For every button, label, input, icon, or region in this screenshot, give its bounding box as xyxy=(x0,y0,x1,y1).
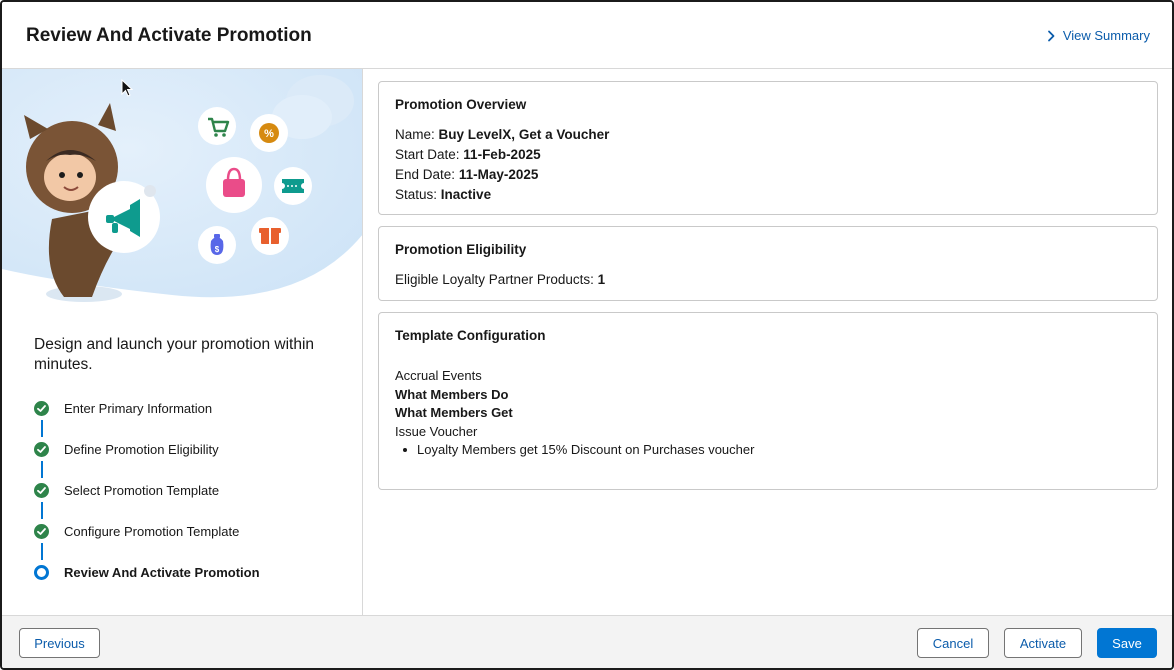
step-define-promotion-eligibility: Define Promotion Eligibility xyxy=(32,440,352,481)
template-configuration-card: Template Configuration Accrual Events Wh… xyxy=(378,312,1158,490)
eligible-products-value: 1 xyxy=(597,272,606,287)
status-value: Inactive xyxy=(440,187,492,202)
step-connector xyxy=(41,502,43,519)
status-row: Status: Inactive xyxy=(395,187,491,202)
end-date-value: 11-May-2025 xyxy=(458,167,539,182)
previous-button[interactable]: Previous xyxy=(19,628,100,658)
start-date-value: 11-Feb-2025 xyxy=(463,147,541,162)
ticket-icon xyxy=(282,179,304,193)
view-summary-label: View Summary xyxy=(1062,28,1150,43)
what-members-get-label: What Members Get xyxy=(395,405,513,420)
percent-badge-icon: % xyxy=(259,123,279,143)
promotion-name-row: Name: Buy LevelX, Get a Voucher xyxy=(395,127,609,142)
step-configure-promotion-template: Configure Promotion Template xyxy=(32,522,352,563)
step-select-promotion-template: Select Promotion Template xyxy=(32,481,352,522)
step-complete-icon xyxy=(34,442,49,457)
hero-illustration: % $ xyxy=(2,69,362,307)
check-icon xyxy=(37,405,46,412)
step-complete-icon xyxy=(34,401,49,416)
check-icon xyxy=(37,528,46,535)
svg-text:%: % xyxy=(264,128,274,140)
save-button[interactable]: Save xyxy=(1097,628,1157,658)
issue-voucher-label: Issue Voucher xyxy=(395,424,478,439)
dialog-window: Review And Activate Promotion View Summa… xyxy=(0,0,1174,670)
dialog-footer: Previous Cancel Activate Save xyxy=(2,615,1172,668)
step-enter-primary-information: Enter Primary Information xyxy=(32,399,352,440)
promotion-eligibility-card: Promotion Eligibility Eligible Loyalty P… xyxy=(378,226,1158,301)
gift-icon xyxy=(259,228,281,244)
review-content: Promotion Overview Name: Buy LevelX, Get… xyxy=(364,69,1172,615)
promotion-name-value: Buy LevelX, Get a Voucher xyxy=(438,127,610,142)
what-members-do-label: What Members Do xyxy=(395,387,509,402)
field-label: End Date: xyxy=(395,167,456,182)
step-connector xyxy=(41,420,43,437)
step-label: Select Promotion Template xyxy=(64,483,220,498)
field-label: Eligible Loyalty Partner Products: xyxy=(395,272,594,287)
card-title: Template Configuration xyxy=(395,328,546,343)
step-label: Configure Promotion Template xyxy=(64,524,240,539)
end-date-row: End Date: 11-May-2025 xyxy=(395,167,538,182)
progress-steps: Enter Primary Information Define Promoti… xyxy=(32,399,352,604)
field-label: Start Date: xyxy=(395,147,460,162)
step-label: Define Promotion Eligibility xyxy=(64,442,219,457)
dialog-header: Review And Activate Promotion View Summa… xyxy=(2,2,1172,69)
step-label: Enter Primary Information xyxy=(64,401,213,416)
chevron-right-icon xyxy=(1047,30,1055,41)
step-review-and-activate-promotion: Review And Activate Promotion xyxy=(32,563,352,604)
field-label: Name: xyxy=(395,127,435,142)
check-icon xyxy=(37,446,46,453)
accrual-events-label: Accrual Events xyxy=(395,368,482,383)
step-complete-icon xyxy=(34,483,49,498)
page-title: Review And Activate Promotion xyxy=(26,25,312,46)
step-label: Review And Activate Promotion xyxy=(64,565,260,580)
check-icon xyxy=(37,487,46,494)
card-title: Promotion Eligibility xyxy=(395,242,527,257)
card-title: Promotion Overview xyxy=(395,97,527,112)
eligible-products-row: Eligible Loyalty Partner Products: 1 xyxy=(395,272,605,287)
view-summary-link[interactable]: View Summary xyxy=(1045,28,1150,43)
cursor-icon xyxy=(121,79,133,97)
voucher-description: Loyalty Members get 15% Discount on Purc… xyxy=(417,442,755,457)
activate-button[interactable]: Activate xyxy=(1004,628,1082,658)
tagline-text: Design and launch your promotion within … xyxy=(34,336,315,373)
start-date-row: Start Date: 11-Feb-2025 xyxy=(395,147,541,162)
promotion-overview-card: Promotion Overview Name: Buy LevelX, Get… xyxy=(378,81,1158,215)
svg-text:$: $ xyxy=(215,245,220,254)
step-current-icon xyxy=(34,565,49,580)
step-complete-icon xyxy=(34,524,49,539)
left-panel: % $ Design and launch your promotion wit… xyxy=(2,69,363,615)
step-connector xyxy=(41,543,43,560)
cancel-button[interactable]: Cancel xyxy=(917,628,989,658)
list-item: Loyalty Members get 15% Discount on Purc… xyxy=(403,442,754,457)
field-label: Status: xyxy=(395,187,438,202)
step-connector xyxy=(41,461,43,478)
